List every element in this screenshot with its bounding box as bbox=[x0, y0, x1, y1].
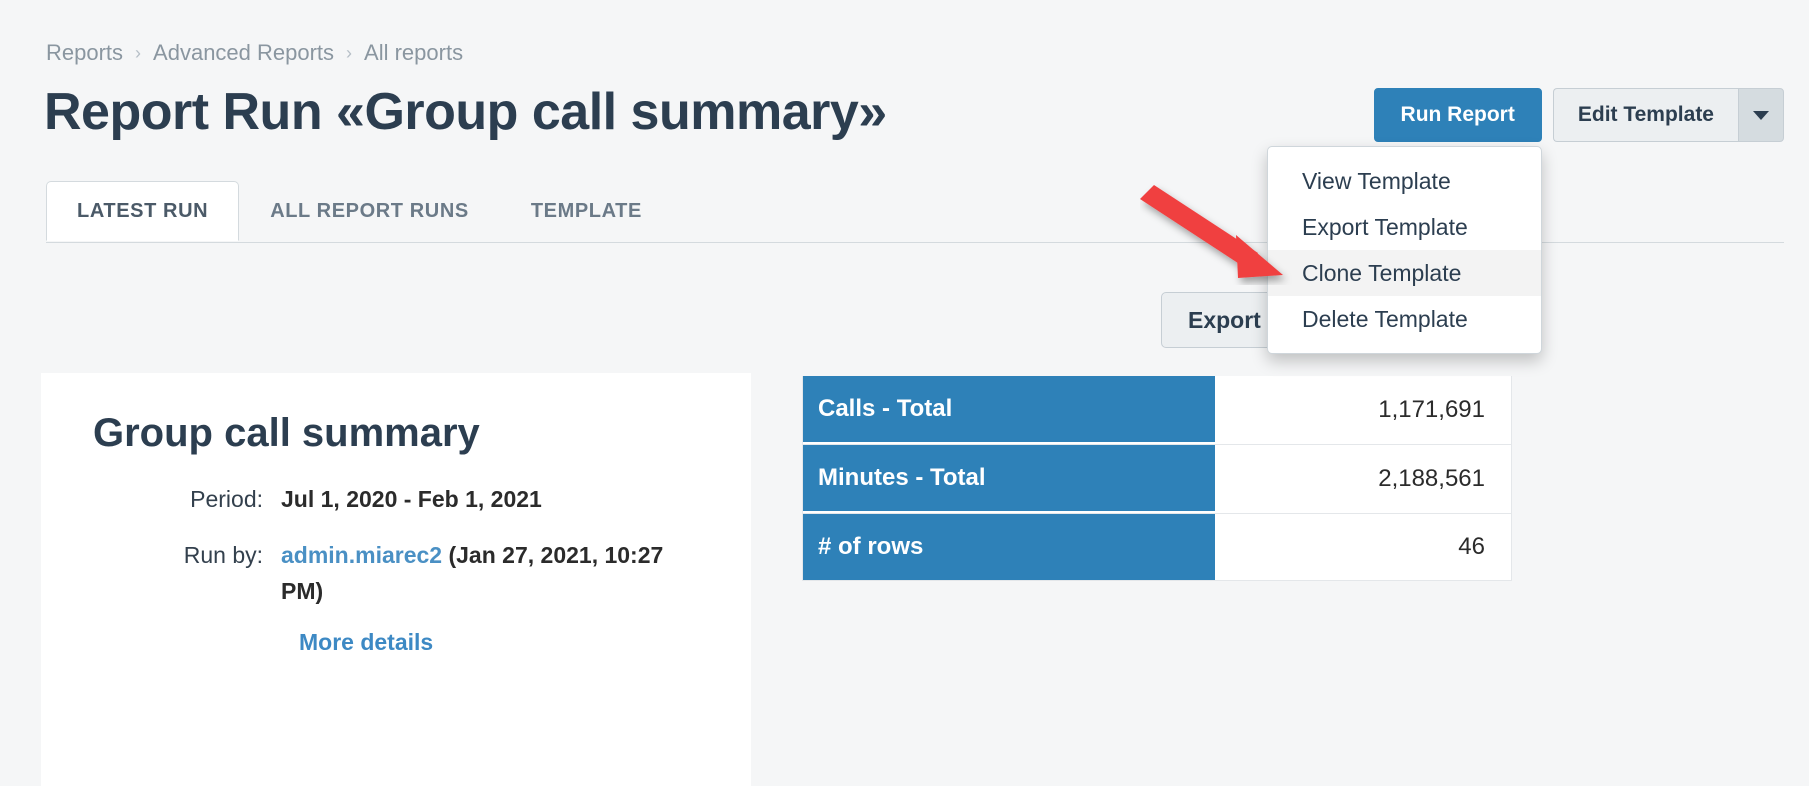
report-period-row: Period: Jul 1, 2020 - Feb 1, 2021 bbox=[67, 481, 711, 517]
report-stats-table: Calls - Total 1,171,691 Minutes - Total … bbox=[802, 376, 1512, 581]
report-run-by-row: Run by: admin.miarec2 (Jan 27, 2021, 10:… bbox=[67, 537, 711, 609]
report-run-by-label: Run by: bbox=[67, 537, 281, 609]
stat-value-number-of-rows: 46 bbox=[1215, 514, 1511, 580]
report-period-value: Jul 1, 2020 - Feb 1, 2021 bbox=[281, 481, 542, 517]
export-button-label: Export bbox=[1188, 307, 1261, 334]
edit-template-dropdown-toggle[interactable] bbox=[1738, 88, 1784, 142]
report-period-label: Period: bbox=[67, 481, 281, 517]
tab-bar: LATEST RUN ALL REPORT RUNS TEMPLATE bbox=[46, 181, 673, 241]
stat-label-minutes-total: Minutes - Total bbox=[803, 445, 1215, 513]
chevron-down-icon bbox=[1753, 111, 1769, 120]
table-row: Minutes - Total 2,188,561 bbox=[803, 445, 1511, 514]
table-row: Calls - Total 1,171,691 bbox=[803, 376, 1511, 445]
breadcrumb-separator-icon: › bbox=[135, 43, 141, 64]
edit-template-button[interactable]: Edit Template bbox=[1553, 88, 1738, 142]
breadcrumb-separator-icon: › bbox=[346, 43, 352, 64]
stat-label-number-of-rows: # of rows bbox=[803, 514, 1215, 580]
run-report-button[interactable]: Run Report bbox=[1374, 88, 1542, 142]
menu-item-clone-template[interactable]: Clone Template bbox=[1268, 250, 1541, 296]
menu-item-delete-template[interactable]: Delete Template bbox=[1268, 296, 1541, 342]
tab-template[interactable]: TEMPLATE bbox=[500, 181, 673, 241]
breadcrumb-item-all-reports[interactable]: All reports bbox=[364, 40, 463, 66]
tab-all-report-runs[interactable]: ALL REPORT RUNS bbox=[239, 181, 500, 241]
report-title: Group call summary bbox=[93, 407, 711, 459]
breadcrumb-item-advanced-reports[interactable]: Advanced Reports bbox=[153, 40, 334, 66]
header-actions: Run Report Edit Template bbox=[1374, 88, 1784, 142]
tab-latest-run[interactable]: LATEST RUN bbox=[46, 181, 239, 241]
report-run-by-value: admin.miarec2 (Jan 27, 2021, 10:27 PM) bbox=[281, 537, 711, 609]
run-by-user-link[interactable]: admin.miarec2 bbox=[281, 542, 442, 568]
menu-item-export-template[interactable]: Export Template bbox=[1268, 204, 1541, 250]
stat-value-calls-total: 1,171,691 bbox=[1215, 376, 1511, 444]
stat-value-minutes-total: 2,188,561 bbox=[1215, 445, 1511, 513]
edit-template-button-group: Edit Template bbox=[1553, 88, 1784, 142]
menu-item-view-template[interactable]: View Template bbox=[1268, 158, 1541, 204]
table-row: # of rows 46 bbox=[803, 514, 1511, 580]
stat-label-calls-total: Calls - Total bbox=[803, 376, 1215, 444]
report-summary-card: Group call summary Period: Jul 1, 2020 -… bbox=[41, 373, 751, 786]
breadcrumb-item-reports[interactable]: Reports bbox=[46, 40, 123, 66]
edit-template-dropdown-menu: View Template Export Template Clone Temp… bbox=[1267, 146, 1542, 354]
page-title: Report Run «Group call summary» bbox=[44, 78, 887, 146]
more-details-link[interactable]: More details bbox=[281, 629, 433, 656]
breadcrumb: Reports › Advanced Reports › All reports bbox=[46, 40, 463, 66]
